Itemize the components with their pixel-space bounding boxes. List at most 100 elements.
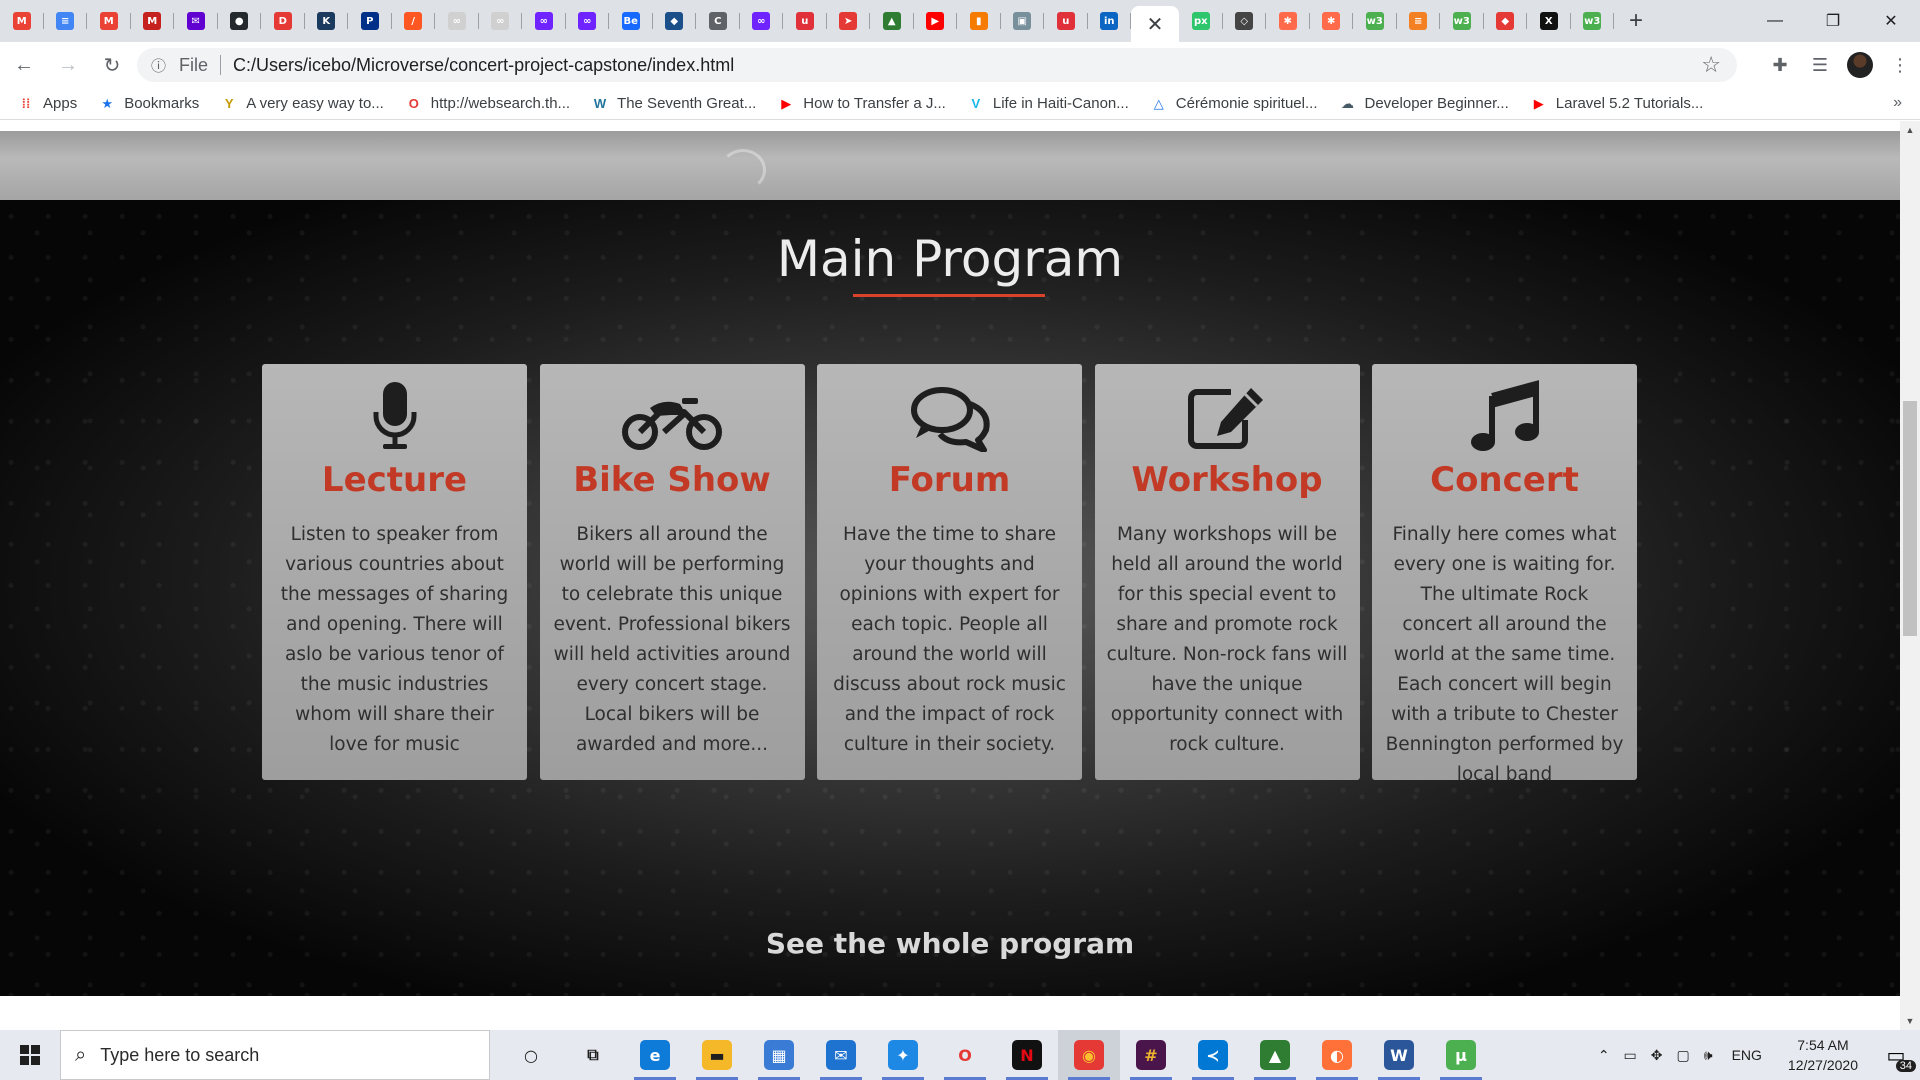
maximize-button[interactable]: ❐ — [1804, 0, 1862, 42]
taskbar-search[interactable]: ⌕ Type here to search — [60, 1030, 490, 1080]
browser-tab[interactable]: P — [348, 0, 392, 42]
forward-button[interactable]: → — [48, 45, 88, 85]
browser-tab[interactable]: / — [392, 0, 436, 42]
scrollbar-thumb[interactable] — [1903, 401, 1917, 636]
browser-tab[interactable]: ▮ — [957, 0, 1001, 42]
browser-tab[interactable]: ∞ — [479, 0, 523, 42]
browser-tab[interactable]: u — [783, 0, 827, 42]
taskbar-app[interactable]: ✉ — [810, 1030, 872, 1080]
browser-tab[interactable]: ◇ — [1223, 0, 1267, 42]
url-text[interactable]: C:/Users/icebo/Microverse/concert-projec… — [233, 55, 734, 76]
bookmark-item[interactable]: △ Cérémonie spirituel... — [1151, 95, 1318, 112]
browser-tab[interactable]: ≡ — [1397, 0, 1441, 42]
browser-tab[interactable]: u — [1044, 0, 1088, 42]
taskbar-app[interactable]: ≺ — [1182, 1030, 1244, 1080]
site-info-icon[interactable]: ⓘ — [151, 55, 171, 76]
minimize-button[interactable]: — — [1746, 0, 1804, 42]
taskbar-app[interactable]: O — [934, 1030, 996, 1080]
taskbar-app[interactable]: W — [1368, 1030, 1430, 1080]
browser-tab[interactable]: in — [1088, 0, 1132, 42]
browser-tab[interactable]: M — [87, 0, 131, 42]
clock[interactable]: 7:54 AM 12/27/2020 — [1788, 1035, 1858, 1075]
browser-tab[interactable]: K — [305, 0, 349, 42]
taskbar-app[interactable]: ⧉ — [562, 1030, 624, 1080]
browser-tab[interactable]: w3 — [1571, 0, 1615, 42]
browser-tab[interactable]: C — [696, 0, 740, 42]
profile-avatar[interactable] — [1840, 45, 1880, 85]
browser-tab[interactable]: ✱ — [1310, 0, 1354, 42]
bookmark-item[interactable]: ▶ How to Transfer a J... — [778, 95, 946, 112]
scroll-down-icon[interactable]: ▼ — [1900, 1012, 1920, 1030]
browser-tab[interactable]: ✉ — [174, 0, 218, 42]
browser-tab[interactable]: M — [131, 0, 175, 42]
browser-tab[interactable]: ▣ — [1001, 0, 1045, 42]
see-whole-program-link[interactable]: See the whole program — [0, 927, 1900, 960]
address-bar[interactable]: ⓘ File C:/Users/icebo/Microverse/concert… — [137, 48, 1737, 82]
bookmark-item[interactable]: ⁞⁞ Apps — [18, 95, 78, 112]
taskbar-app[interactable]: ▬ — [686, 1030, 748, 1080]
taskbar-app[interactable]: ◉ — [1058, 1030, 1120, 1080]
bookmark-item[interactable]: ▶ Laravel 5.2 Tutorials... — [1531, 95, 1704, 112]
bookmark-item[interactable]: W The Seventh Great... — [592, 95, 756, 112]
more-bookmarks-icon[interactable]: » — [1893, 94, 1902, 112]
tab-strip: M ≡ M M ✉ ● D K P / ∞ ∞ ∞ ∞ Be ◆ C ∞ u ➤ ▲ ▶ ▮ ▣ u in ✕ px ◇ ✱ ✱ w3 ≡ w… — [0, 0, 1920, 42]
browser-tab[interactable]: ∞ — [566, 0, 610, 42]
browser-tab[interactable]: Be — [609, 0, 653, 42]
back-button[interactable]: ← — [4, 45, 44, 85]
browser-tab[interactable]: ▲ — [870, 0, 914, 42]
bookmark-item[interactable]: V Life in Haiti-Canon... — [968, 95, 1129, 112]
browser-tab[interactable]: ◆ — [653, 0, 697, 42]
bookmark-star-icon[interactable]: ☆ — [1701, 52, 1721, 78]
browser-tab[interactable]: ✱ — [1266, 0, 1310, 42]
bookmark-item[interactable]: ★ Bookmarks — [99, 95, 199, 112]
bookmark-item[interactable]: ☁ Developer Beginner... — [1340, 95, 1509, 112]
dropbox-icon[interactable]: ✥ — [1651, 1047, 1663, 1064]
active-tab[interactable]: ✕ — [1131, 6, 1179, 42]
browser-tab[interactable]: ∞ — [435, 0, 479, 42]
language-indicator[interactable]: ENG — [1732, 1047, 1762, 1063]
taskbar-app[interactable]: ▦ — [748, 1030, 810, 1080]
start-button[interactable] — [0, 1030, 60, 1080]
new-tab-button[interactable]: + — [1614, 0, 1658, 42]
page-scrollbar[interactable]: ▲ ▼ — [1900, 121, 1920, 1030]
browser-tab[interactable]: ● — [218, 0, 262, 42]
browser-tab[interactable]: w3 — [1353, 0, 1397, 42]
taskbar-app[interactable]: ○ — [500, 1030, 562, 1080]
extensions-icon[interactable]: ✚ — [1760, 45, 1800, 85]
bookmark-label: http://websearch.th... — [430, 95, 571, 112]
bookmark-item[interactable]: Ohttp://websearch.th... — [406, 95, 570, 112]
reading-list-icon[interactable]: ☰ — [1800, 45, 1840, 85]
browser-tab[interactable]: ◆ — [1484, 0, 1528, 42]
taskbar-app[interactable]: N — [996, 1030, 1058, 1080]
github-icon: ● — [230, 12, 249, 30]
scroll-up-icon[interactable]: ▲ — [1900, 121, 1920, 139]
browser-tab[interactable]: ➤ — [827, 0, 871, 42]
menu-icon[interactable]: ⋮ — [1880, 45, 1920, 85]
browser-tab[interactable]: X — [1527, 0, 1571, 42]
close-tab-icon[interactable]: ✕ — [1147, 12, 1164, 37]
browser-tab[interactable]: D — [261, 0, 305, 42]
taskbar-app[interactable]: ◐ — [1306, 1030, 1368, 1080]
network-icon[interactable]: ▢ — [1677, 1047, 1690, 1064]
taskbar-app[interactable]: ✦ — [872, 1030, 934, 1080]
youtube-icon: ▶ — [1533, 95, 1544, 111]
taskbar-app[interactable]: ▲ — [1244, 1030, 1306, 1080]
notification-center-button[interactable]: ▭ 34 — [1872, 1030, 1920, 1080]
browser-tab[interactable]: ∞ — [522, 0, 566, 42]
browser-tab[interactable]: ∞ — [740, 0, 784, 42]
browser-tab[interactable]: w3 — [1440, 0, 1484, 42]
browser-tab[interactable]: ▶ — [914, 0, 958, 42]
reload-button[interactable]: ↻ — [92, 45, 132, 85]
meet-now-icon[interactable]: ▭ — [1624, 1047, 1637, 1064]
bookmark-item[interactable]: Y A very easy way to... — [221, 95, 384, 112]
close-window-button[interactable]: ✕ — [1862, 0, 1920, 42]
taskbar-app[interactable]: µ — [1430, 1030, 1492, 1080]
window-controls: — ❐ ✕ — [1746, 0, 1920, 42]
browser-tab[interactable]: ≡ — [44, 0, 88, 42]
volume-icon[interactable]: 🕪 — [1704, 1047, 1713, 1064]
browser-tab[interactable]: px — [1179, 0, 1223, 42]
tray-chevron-icon[interactable]: ⌃ — [1598, 1047, 1610, 1064]
browser-tab[interactable]: M — [0, 0, 44, 42]
taskbar-app[interactable]: # — [1120, 1030, 1182, 1080]
taskbar-app[interactable]: e — [624, 1030, 686, 1080]
